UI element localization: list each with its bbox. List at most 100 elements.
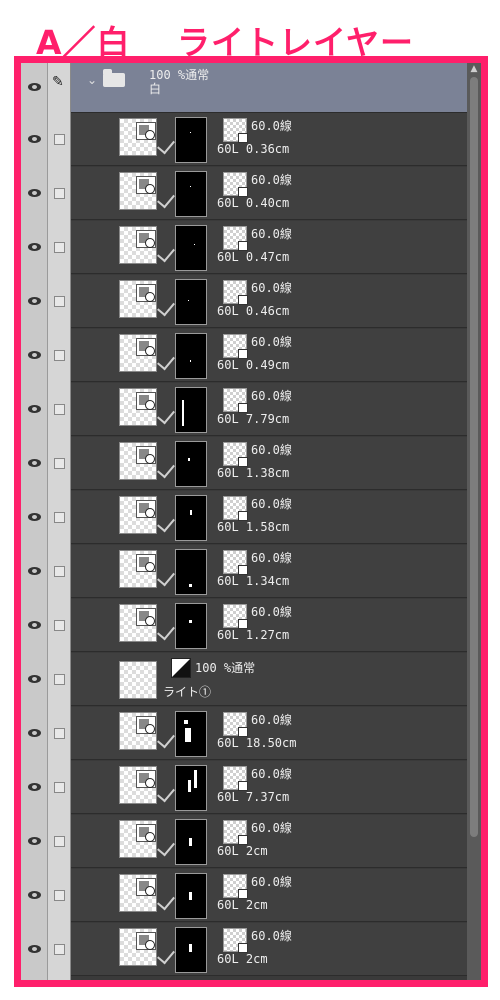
line-width-label: 60.0線 bbox=[251, 227, 292, 241]
line-width-label: 60.0線 bbox=[251, 551, 292, 565]
layer-thumbnail bbox=[119, 118, 157, 156]
layer-thumbnail bbox=[119, 226, 157, 264]
material-icon bbox=[223, 820, 248, 845]
edit-checkbox[interactable] bbox=[54, 134, 65, 145]
edit-checkbox[interactable] bbox=[54, 512, 65, 523]
edit-checkbox[interactable] bbox=[54, 296, 65, 307]
layer-thumbnail bbox=[119, 442, 157, 480]
eye-icon[interactable] bbox=[28, 837, 41, 845]
layer-row[interactable]: 60.0線 60L 0.46cm bbox=[21, 275, 467, 328]
line-width-label: 60.0線 bbox=[251, 875, 292, 889]
layer-thumbnail bbox=[119, 388, 157, 426]
layer-row[interactable]: 60.0線 60L 0.36cm bbox=[21, 113, 467, 166]
eye-icon[interactable] bbox=[28, 675, 41, 683]
layer-row[interactable]: 60.0線 60L 1.38cm bbox=[21, 437, 467, 490]
material-icon bbox=[223, 766, 248, 791]
vector-layer-icon bbox=[136, 338, 156, 356]
layer-mask-thumbnail bbox=[175, 873, 207, 919]
eye-icon[interactable] bbox=[28, 621, 41, 629]
layer-row[interactable]: 60.0線 60L 0.49cm bbox=[21, 329, 467, 382]
layer-row[interactable]: 60.0線 60L 2cm bbox=[21, 815, 467, 868]
eye-icon[interactable] bbox=[28, 83, 41, 91]
layer-row[interactable]: 60.0線 60L 1.27cm bbox=[21, 599, 467, 652]
layer-thumbnail bbox=[119, 334, 157, 372]
layer-thumbnail bbox=[119, 661, 157, 699]
line-width-label: 60.0線 bbox=[251, 929, 292, 943]
light-layer-row[interactable]: 100 %通常 ライト① bbox=[21, 653, 467, 706]
edit-checkbox[interactable] bbox=[54, 242, 65, 253]
layer-mask-thumbnail bbox=[175, 603, 207, 649]
layer-row[interactable]: 60.0線 60L 18.50cm bbox=[21, 707, 467, 760]
eye-icon[interactable] bbox=[28, 783, 41, 791]
blend-mode-label: 100 %通常 bbox=[195, 661, 256, 675]
layer-row[interactable]: 60.0線 60L 1.58cm bbox=[21, 491, 467, 544]
edit-checkbox[interactable] bbox=[54, 620, 65, 631]
eye-icon[interactable] bbox=[28, 405, 41, 413]
layer-thumbnail bbox=[119, 874, 157, 912]
layer-panel: ▲ ✎ ⌄ 100 %通常 白 60.0線 60L 0.36cm 60.0線 6… bbox=[14, 56, 488, 987]
folder-row[interactable]: ✎ ⌄ 100 %通常 白 bbox=[21, 63, 467, 113]
layer-info: 60L 7.37cm bbox=[217, 790, 290, 804]
layer-info: 60L 0.46cm bbox=[217, 304, 290, 318]
edit-checkbox[interactable] bbox=[54, 728, 65, 739]
line-width-label: 60.0線 bbox=[251, 335, 292, 349]
eye-icon[interactable] bbox=[28, 459, 41, 467]
edit-checkbox[interactable] bbox=[54, 890, 65, 901]
layer-thumbnail bbox=[119, 604, 157, 642]
eye-icon[interactable] bbox=[28, 945, 41, 953]
line-width-label: 60.0線 bbox=[251, 119, 292, 133]
layer-row[interactable]: 60.0線 60L 0.47cm bbox=[21, 221, 467, 274]
layer-info: 60L 2cm bbox=[217, 952, 268, 966]
edit-checkbox[interactable] bbox=[54, 836, 65, 847]
edit-checkbox[interactable] bbox=[54, 350, 65, 361]
layer-info: 60L 1.34cm bbox=[217, 574, 290, 588]
layer-info: 60L 0.47cm bbox=[217, 250, 290, 264]
layer-row[interactable]: 60.0線 60L 2cm bbox=[21, 923, 467, 976]
layer-info: 60L 2cm bbox=[217, 898, 268, 912]
layer-row[interactable]: 60.0線 60L 2cm bbox=[21, 869, 467, 922]
vector-layer-icon bbox=[136, 554, 156, 572]
eye-icon[interactable] bbox=[28, 243, 41, 251]
material-icon bbox=[223, 280, 248, 305]
line-width-label: 60.0線 bbox=[251, 767, 292, 781]
layer-row[interactable]: 60.0線 60L 0.40cm bbox=[21, 167, 467, 220]
edit-checkbox[interactable] bbox=[54, 458, 65, 469]
layer-row[interactable]: 60.0線 60L 1.34cm bbox=[21, 545, 467, 598]
eye-icon[interactable] bbox=[28, 729, 41, 737]
layer-row[interactable]: 60.0線 60L 7.79cm bbox=[21, 383, 467, 436]
edit-checkbox[interactable] bbox=[54, 404, 65, 415]
vector-layer-icon bbox=[136, 824, 156, 842]
eye-icon[interactable] bbox=[28, 297, 41, 305]
material-icon bbox=[223, 550, 248, 575]
edit-checkbox[interactable] bbox=[54, 188, 65, 199]
edit-checkbox[interactable] bbox=[54, 674, 65, 685]
layer-mask-thumbnail bbox=[175, 333, 207, 379]
edit-checkbox[interactable] bbox=[54, 944, 65, 955]
line-width-label: 60.0線 bbox=[251, 443, 292, 457]
layer-mask-thumbnail bbox=[175, 495, 207, 541]
material-icon bbox=[223, 874, 248, 899]
material-icon bbox=[223, 712, 248, 737]
scroll-up-arrow-icon[interactable]: ▲ bbox=[469, 64, 479, 74]
vector-layer-icon bbox=[136, 122, 156, 140]
eye-icon[interactable] bbox=[28, 513, 41, 521]
line-width-label: 60.0線 bbox=[251, 389, 292, 403]
eye-icon[interactable] bbox=[28, 135, 41, 143]
layer-info: 60L 18.50cm bbox=[217, 736, 297, 750]
chevron-down-icon[interactable]: ⌄ bbox=[87, 73, 97, 87]
layer-row[interactable]: 60.0線 60L 7.37cm bbox=[21, 761, 467, 814]
material-icon bbox=[223, 388, 248, 413]
scrollbar[interactable]: ▲ bbox=[467, 63, 481, 980]
scrollbar-thumb[interactable] bbox=[470, 77, 478, 837]
eye-icon[interactable] bbox=[28, 189, 41, 197]
line-width-label: 60.0線 bbox=[251, 821, 292, 835]
eye-icon[interactable] bbox=[28, 891, 41, 899]
vector-layer-icon bbox=[136, 878, 156, 896]
pen-icon[interactable]: ✎ bbox=[52, 75, 66, 89]
layer-thumbnail bbox=[119, 550, 157, 588]
eye-icon[interactable] bbox=[28, 351, 41, 359]
eye-icon[interactable] bbox=[28, 567, 41, 575]
layer-info: 60L 7.79cm bbox=[217, 412, 290, 426]
edit-checkbox[interactable] bbox=[54, 782, 65, 793]
edit-checkbox[interactable] bbox=[54, 566, 65, 577]
